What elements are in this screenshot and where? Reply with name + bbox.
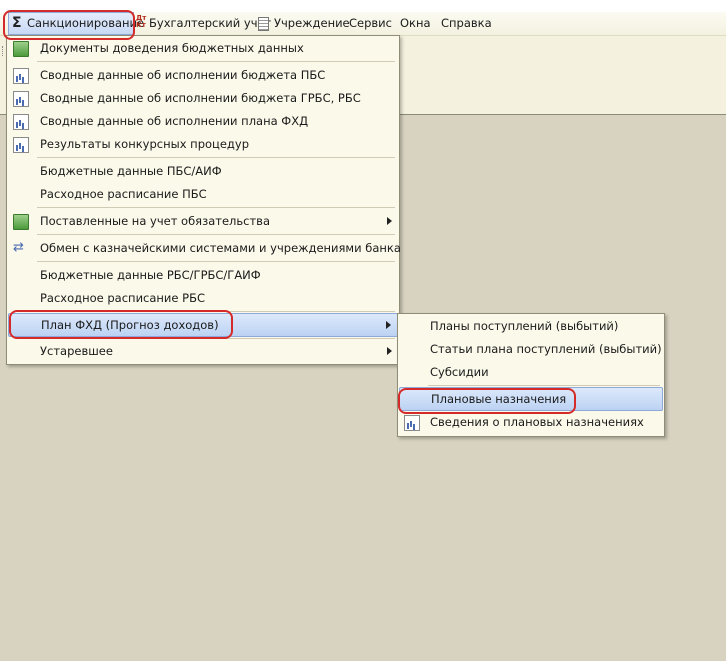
menu-item-summary-grbs[interactable]: Сводные данные об исполнении бюджета ГРБ…: [8, 87, 398, 109]
menu-item-label: Результаты конкурсных процедур: [40, 137, 249, 151]
menu-item-label: Устаревшее: [40, 344, 113, 358]
menu-item-label: Бюджетные данные РБС/ГРБС/ГАИФ: [40, 268, 261, 282]
menu-item-label: Статьи плана поступлений (выбытий): [430, 342, 662, 356]
menu-service[interactable]: Сервис: [349, 12, 392, 35]
menu-separator: [37, 338, 395, 339]
report-icon: [13, 68, 29, 84]
menu-service-label: Сервис: [349, 16, 392, 30]
submenu-item-receipt-plans[interactable]: Планы поступлений (выбытий): [399, 315, 663, 337]
menu-item-budget-data-pbs[interactable]: Бюджетные данные ПБС/АИФ: [8, 160, 398, 182]
menu-item-label: Планы поступлений (выбытий): [430, 319, 619, 333]
menu-item-label: План ФХД (Прогноз доходов): [41, 318, 219, 332]
menu-item-label: Расходное расписание ПБС: [40, 187, 207, 201]
menu-institution-label: Учреждение: [274, 16, 350, 30]
debit-credit-icon: Дт Кт: [136, 14, 147, 29]
menu-item-label: Сведения о плановых назначениях: [430, 415, 644, 429]
menu-item-expense-schedule-rbs[interactable]: Расходное расписание РБС: [8, 287, 398, 309]
menu-item-budget-data-rbs[interactable]: Бюджетные данные РБС/ГРБС/ГАИФ: [8, 264, 398, 286]
menu-item-label: Расходное расписание РБС: [40, 291, 205, 305]
menu-item-label: Плановые назначения: [431, 392, 567, 406]
menu-item-label: Сводные данные об исполнении бюджета ПБС: [40, 68, 326, 82]
sigma-icon: Σ: [12, 15, 22, 31]
title-strip: [0, 0, 726, 12]
menu-item-label: Поставленные на учет обязательства: [40, 214, 271, 228]
exchange-icon: ⇄: [13, 240, 24, 255]
menu-item-label: Бюджетные данные ПБС/АИФ: [40, 164, 222, 178]
menu-separator: [37, 157, 395, 158]
submenu-item-planned-assignments-info[interactable]: Сведения о плановых назначениях: [399, 411, 663, 433]
menu-sanctioning-label: Санкционирование: [27, 16, 145, 30]
report-icon: [13, 91, 29, 107]
submenu-arrow-icon: [387, 347, 392, 355]
submenu-arrow-icon: [387, 217, 392, 225]
menu-item-summary-fhd[interactable]: Сводные данные об исполнении плана ФХД: [8, 110, 398, 132]
menu-windows-label: Окна: [400, 16, 431, 30]
report-icon: [404, 415, 420, 431]
menu-item-expense-schedule-pbs[interactable]: Расходное расписание ПБС: [8, 183, 398, 205]
submenu-item-subsidies[interactable]: Субсидии: [399, 361, 663, 383]
menu-item-tender-results[interactable]: Результаты конкурсных процедур: [8, 133, 398, 155]
menu-item-registered-obligations[interactable]: Поставленные на учет обязательства: [8, 210, 398, 232]
sanctioning-dropdown-menu: Документы доведения бюджетных данных Сво…: [6, 35, 401, 365]
document-icon: [258, 17, 269, 31]
menu-help-label: Справка: [441, 16, 492, 30]
report-icon: [13, 114, 29, 130]
menu-separator: [37, 311, 395, 312]
menu-institution[interactable]: Учреждение: [258, 12, 350, 35]
menu-accounting-label: Бухгалтерский учет: [149, 16, 272, 30]
menu-item-label: Документы доведения бюджетных данных: [40, 41, 304, 55]
fhd-plan-submenu: Планы поступлений (выбытий) Статьи плана…: [397, 313, 665, 437]
menu-separator: [37, 61, 395, 62]
menu-accounting[interactable]: Дт Кт Бухгалтерский учет: [136, 12, 271, 35]
menu-item-budget-documents[interactable]: Документы доведения бюджетных данных: [8, 37, 398, 59]
menu-separator: [428, 385, 660, 386]
menu-item-obsolete[interactable]: Устаревшее: [8, 340, 398, 362]
menu-windows[interactable]: Окна: [400, 12, 431, 35]
menu-bar: Σ Санкционирование Дт Кт Бухгалтерский уч…: [0, 12, 726, 36]
menu-item-fhd-plan[interactable]: План ФХД (Прогноз доходов): [8, 313, 398, 337]
spreadsheet-icon: [13, 214, 29, 230]
menu-item-summary-pbs[interactable]: Сводные данные об исполнении бюджета ПБС: [8, 64, 398, 86]
menu-item-label: Обмен с казначейскими системами и учрежд…: [40, 241, 401, 255]
submenu-item-planned-assignments[interactable]: Плановые назначения: [399, 387, 663, 411]
menu-help[interactable]: Справка: [441, 12, 492, 35]
spreadsheet-icon: [13, 41, 29, 57]
report-icon: [13, 137, 29, 153]
menu-separator: [37, 207, 395, 208]
submenu-item-receipt-plan-articles[interactable]: Статьи плана поступлений (выбытий): [399, 338, 663, 360]
menu-item-label: Сводные данные об исполнении плана ФХД: [40, 114, 309, 128]
menu-item-label: Сводные данные об исполнении бюджета ГРБ…: [40, 91, 361, 105]
menu-item-label: Субсидии: [430, 365, 489, 379]
menu-separator: [37, 261, 395, 262]
menu-sanctioning[interactable]: Σ Санкционирование: [8, 12, 144, 35]
menu-separator: [37, 234, 395, 235]
menu-item-treasury-exchange[interactable]: ⇄ Обмен с казначейскими системами и учре…: [8, 237, 401, 259]
submenu-arrow-icon: [386, 321, 391, 329]
